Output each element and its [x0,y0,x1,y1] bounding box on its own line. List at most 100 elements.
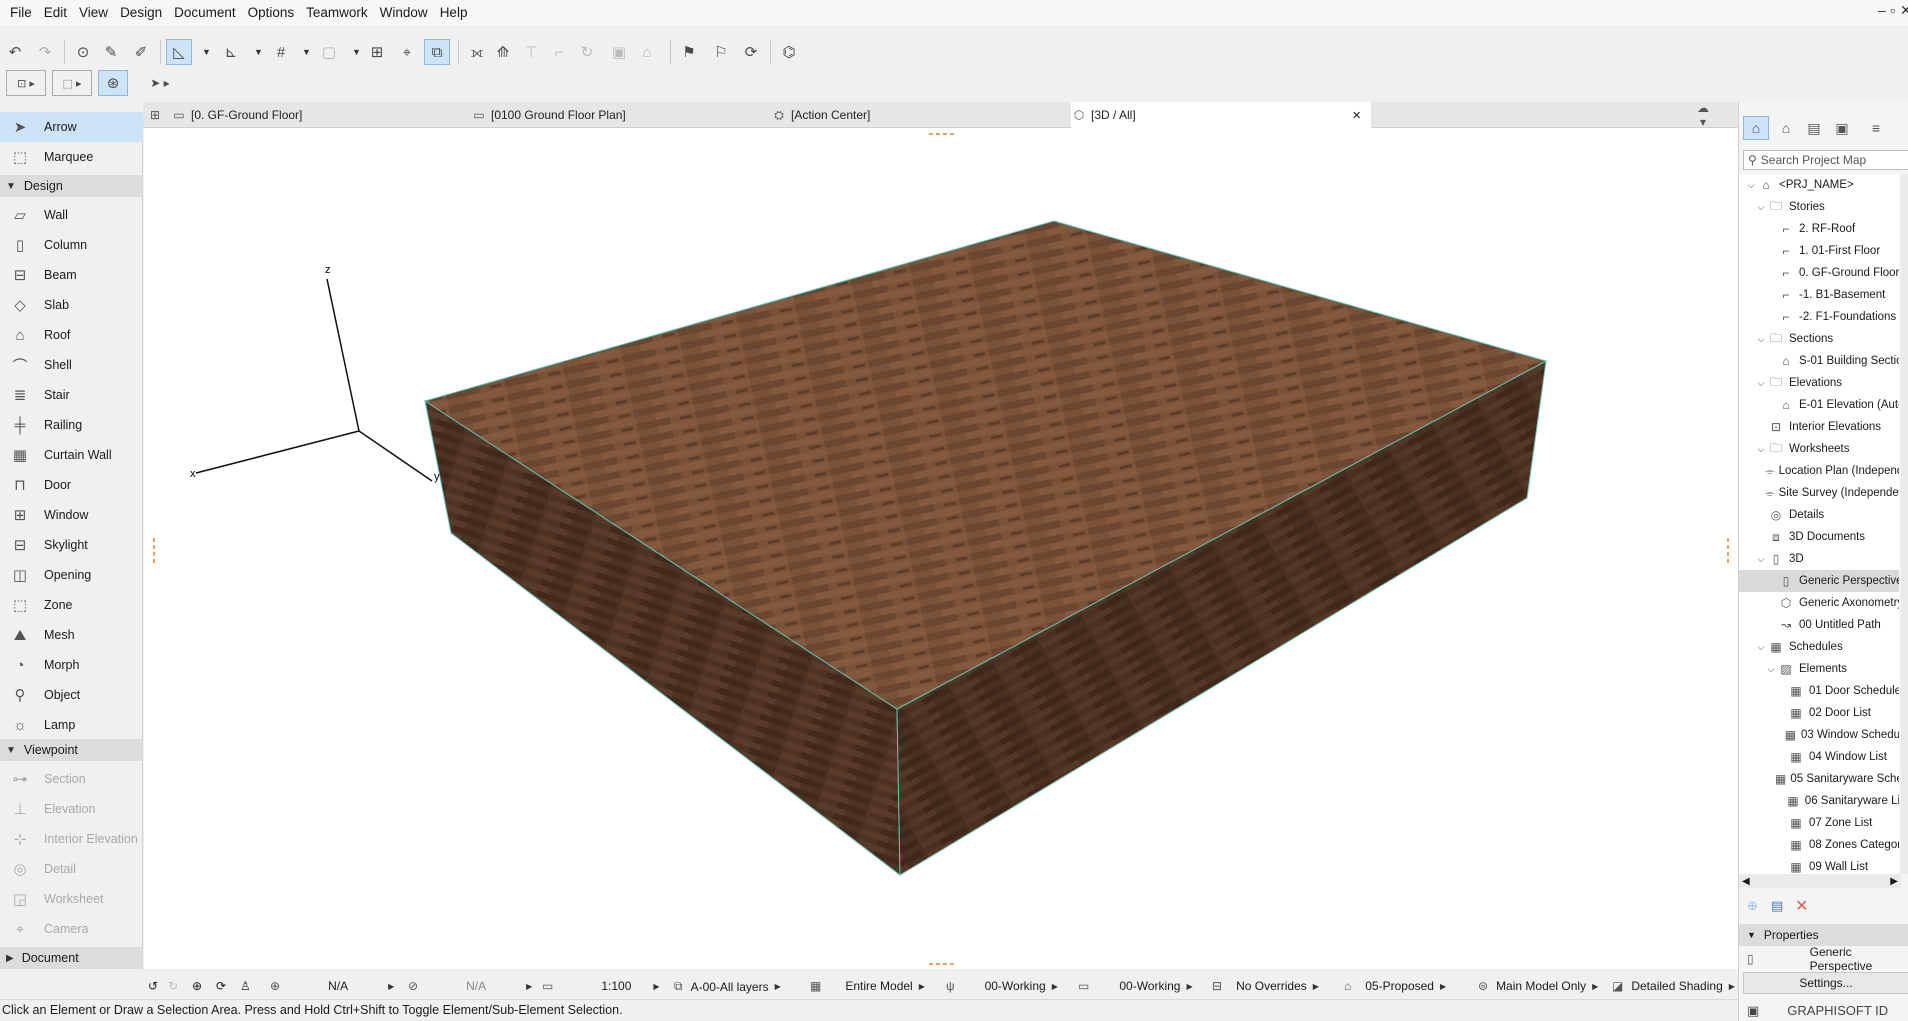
tool-slab[interactable]: ◇ Slab [0,290,143,320]
expand-chevron-icon[interactable]: ⌵ [1745,180,1757,191]
expand-chevron-icon[interactable]: ⌵ [1755,334,1767,345]
menu-teamwork[interactable]: Teamwork [300,5,374,20]
tree-item[interactable]: ▦ 09 Wall List [1739,856,1899,874]
tree-item[interactable]: ⌵ 🗀 Elevations [1739,372,1899,394]
properties-header[interactable]: ▼ Properties [1739,924,1908,946]
magnet-icon[interactable]: ⊛ [98,70,128,96]
3d-navigation-icon[interactable]: ⌬ [776,39,802,65]
tree-item[interactable]: ▦ 02 Door List [1739,702,1899,724]
tool-skylight[interactable]: ⊟ Skylight [0,530,143,560]
tool-morph[interactable]: ◔ Morph [0,650,143,680]
menu-edit[interactable]: Edit [38,5,73,20]
tree-item[interactable]: ▯ Generic Perspective [1739,570,1899,592]
menu-document[interactable]: Document [168,5,242,20]
snap-points-icon[interactable]: ▢ [316,39,342,65]
view-map-icon[interactable]: ⌂ [1773,116,1799,140]
expand-chevron-icon[interactable]: ⌵ [1755,554,1767,565]
scale-field[interactable]: ▭ 1:100 ▶ [542,979,660,993]
expand-chevron-icon[interactable]: ⌵ [1765,664,1777,675]
tool-stair[interactable]: ≣ Stair [0,380,143,410]
graphisoft-id[interactable]: ▣ GRAPHISOFT ID [1739,1000,1908,1021]
tool-door[interactable]: ⊓ Door [0,470,143,500]
tool-zone[interactable]: ⬚ Zone [0,590,143,620]
tree-item[interactable]: ▦ 03 Window Schedule [1739,724,1899,746]
tool-roof[interactable]: ⌂ Roof [0,320,143,350]
tree-item[interactable]: ↝ 00 Untitled Path [1739,614,1899,636]
tab-ground-floor[interactable]: ▭ [0. GF-Ground Floor] [171,102,471,128]
toolbox-group-document[interactable]: ▶ Document [0,947,143,969]
suspend-groups-icon[interactable]: ⧉ [424,39,450,65]
tool-mesh[interactable]: ⛰ Mesh [0,620,143,650]
tree-item[interactable]: ⌯ Site Survey (Independent) [1739,482,1899,504]
tool-curtain-wall[interactable]: ▦ Curtain Wall [0,440,143,470]
tree-item[interactable]: ⧈ 3D Documents [1739,526,1899,548]
trace-icon[interactable]: ⌖ [394,39,420,65]
tool-railing[interactable]: ╪ Railing [0,410,143,440]
tree-item[interactable]: ⊡ Interior Elevations [1739,416,1899,438]
3d-viewport[interactable]: z x y [144,128,1738,969]
tab-ground-floor-plan[interactable]: ▭ [0100 Ground Floor Plan] [471,102,771,128]
close-tab-icon[interactable]: × [1352,107,1361,124]
issue-icon[interactable]: ⚐ [708,39,734,65]
publisher-sets-icon[interactable]: ▣ [1829,116,1855,140]
tab-action-center[interactable]: ⛭ [Action Center] [771,102,1071,128]
zoom-icon[interactable]: ⊕ [192,979,202,993]
fillet-icon[interactable]: ⌐ [546,39,572,65]
tree-item[interactable]: ⌵ ▯ 3D [1739,548,1899,570]
tool-arrow[interactable]: ➤ Arrow [0,112,143,142]
tree-item[interactable]: ⌵ 🗀 Stories [1739,196,1899,218]
tree-item[interactable]: ⌵ ▦ Schedules [1739,636,1899,658]
redo-icon[interactable]: ↷ [32,39,58,65]
chevron-down-icon[interactable]: ▼ [302,47,311,57]
tool-interior-elevation[interactable]: ⊹ Interior Elevation [0,824,143,854]
close-window-icon[interactable]: ✕ [1900,2,1908,19]
horizontal-scrollbar[interactable]: ◀ ▶ [1739,874,1901,888]
tool-opening[interactable]: ◫ Opening [0,560,143,590]
delete-icon[interactable]: ✕ [1795,896,1808,916]
marquee-options-icon[interactable]: ⬚ ▸ [52,70,92,96]
chevron-down-icon[interactable]: ▼ [254,47,263,57]
tool-object[interactable]: ⚲ Object [0,680,143,710]
tree-item[interactable]: ⌐ 1. 01-First Floor [1739,240,1899,262]
adjust-icon[interactable]: ⟰ [490,39,516,65]
undo-view-icon[interactable]: ↺ [148,979,158,993]
tool-shell[interactable]: ⌒ Shell [0,350,143,380]
tree-item[interactable]: ▦ 07 Zone List [1739,812,1899,834]
tool-window[interactable]: ⊞ Window [0,500,143,530]
tool-column[interactable]: ▯ Column [0,230,143,260]
syringe-icon[interactable]: ✐ [128,39,154,65]
maximize-icon[interactable]: ▫ [1890,2,1895,18]
grid-snap-icon[interactable]: # [268,39,294,65]
pen-set-field[interactable]: ψ 00-Working ▶ [946,979,1058,993]
chevron-down-icon[interactable]: ▼ [202,47,211,57]
model-view-options-field[interactable]: ▭ 00-Working ▶ [1078,979,1193,993]
angle-field[interactable]: ⊘ N/A ▶ [408,979,532,993]
layout-book-icon[interactable]: ▤ [1801,116,1827,140]
vertical-scrollbar[interactable] [1901,174,1908,874]
tree-item[interactable]: ⌐ -2. F1-Foundations [1739,306,1899,328]
explode-icon[interactable]: ▣ [606,39,632,65]
tree-item[interactable]: ▦ 04 Window List [1739,746,1899,768]
renovation-filter-field[interactable]: ⌂ 05-Proposed ▶ [1344,979,1446,993]
expand-chevron-icon[interactable]: ⌵ [1755,202,1767,213]
tree-item[interactable]: ▦ 01 Door Schedule [1739,680,1899,702]
tree-item[interactable]: ▦ 06 Sanitaryware List [1739,790,1899,812]
tree-item[interactable]: ⌐ -1. B1-Basement [1739,284,1899,306]
menu-help[interactable]: Help [434,5,474,20]
tree-item[interactable]: ⌵ 🗀 Worksheets [1739,438,1899,460]
tool-wall[interactable]: ▱ Wall [0,200,143,230]
minimize-icon[interactable]: – [1878,2,1886,18]
rotate-icon[interactable]: ↻ [574,39,600,65]
tree-item[interactable]: ⌐ 2. RF-Roof [1739,218,1899,240]
guide-lines-icon[interactable]: ◺ [166,39,192,65]
tree-item[interactable]: ▦05 Sanitaryware Schedule [1739,768,1899,790]
menu-options[interactable]: Options [242,5,301,20]
new-view-icon[interactable]: ⊕ [1747,898,1758,914]
tree-item[interactable]: ◎ Details [1739,504,1899,526]
project-map-icon[interactable]: ⌂ [1743,116,1769,140]
solid-operations-icon[interactable]: ⌂ [634,39,660,65]
menu-file[interactable]: File [4,5,38,20]
arrow-cursor-icon[interactable]: ➤ ▸ [140,70,180,96]
scroll-left-icon[interactable]: ◀ [1742,876,1750,887]
walk-icon[interactable]: ♙ [240,979,251,993]
